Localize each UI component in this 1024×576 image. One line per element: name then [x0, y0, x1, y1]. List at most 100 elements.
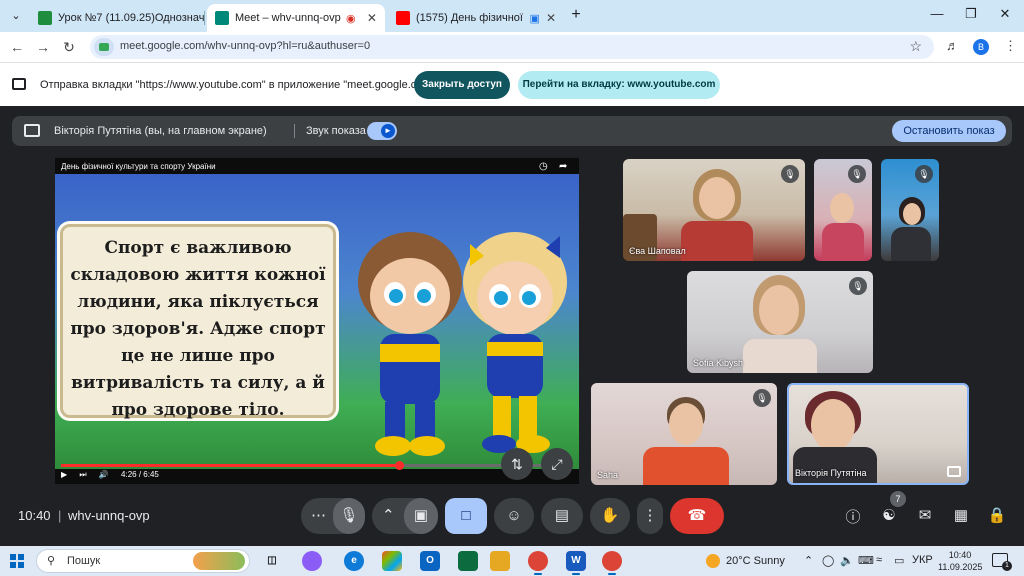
- separator: |: [58, 508, 62, 523]
- profile-avatar[interactable]: В: [973, 39, 989, 55]
- outlook-app-icon[interactable]: O: [420, 551, 440, 571]
- divider: [294, 124, 295, 138]
- participant-body: [891, 227, 931, 261]
- mic-control[interactable]: ⋯ 🎙: [301, 498, 365, 534]
- participant-tile[interactable]: 🎙: [881, 159, 939, 261]
- video-progress-bar[interactable]: [61, 461, 573, 470]
- close-tab-icon[interactable]: ✕: [361, 11, 377, 25]
- raise-hand-button[interactable]: ✋: [590, 498, 630, 534]
- stop-access-button[interactable]: Закрыть доступ: [414, 71, 510, 99]
- participant-tile[interactable]: 🎙 Saha: [591, 383, 777, 485]
- file-explorer-icon[interactable]: [490, 551, 510, 571]
- fullscreen-expand-icon[interactable]: ⤢: [541, 448, 573, 480]
- people-icon[interactable]: ☯: [879, 506, 899, 524]
- meeting-code: whv-unnq-ovp: [68, 508, 150, 523]
- notification-count: 1: [1002, 561, 1012, 571]
- chat-icon[interactable]: ✉: [915, 506, 935, 524]
- more-options-button[interactable]: ⋮: [637, 498, 663, 534]
- chrome-profile-app-icon[interactable]: [602, 551, 622, 575]
- present-screen-button[interactable]: □: [445, 498, 487, 534]
- participant-tile-self[interactable]: Вікторія Путятіна: [787, 383, 969, 485]
- windows-start-icon[interactable]: [10, 554, 24, 568]
- battery-icon[interactable]: ▭: [894, 554, 904, 567]
- participant-face: [811, 399, 855, 451]
- participant-body: [681, 221, 753, 261]
- presenter-label: Вікторія Путятіна (вы, на главном экране…: [54, 125, 267, 137]
- progress-fill: [61, 464, 399, 467]
- volume-icon[interactable]: 🔊: [99, 470, 109, 479]
- close-tab-icon[interactable]: ✕: [540, 11, 556, 25]
- camera-control[interactable]: ⌃ ▣: [372, 498, 438, 534]
- mic-off-icon: 🎙: [781, 165, 799, 183]
- reorder-arrows-icon[interactable]: ⇅: [501, 448, 533, 480]
- shared-screen[interactable]: День фізичної культури та спорту України…: [55, 158, 579, 484]
- participant-tile[interactable]: 🎙 Єва Шаповал: [623, 159, 805, 261]
- participant-body: [822, 223, 864, 261]
- weather-text: 20°C Sunny: [726, 554, 785, 567]
- participant-body: [643, 447, 729, 485]
- copilot-app-icon[interactable]: [302, 551, 322, 571]
- video-title: День фізичної культури та спорту України: [61, 162, 216, 171]
- share-audio-toggle[interactable]: ►: [367, 122, 397, 140]
- youtube-favicon-icon: [396, 11, 410, 25]
- edge-app-icon[interactable]: e: [344, 551, 364, 571]
- microphone-icon[interactable]: 🎙: [333, 498, 365, 534]
- participant-tile[interactable]: 🎙 Sofia Kibysh: [687, 271, 873, 373]
- address-bar[interactable]: meet.google.com/whv-unnq-ovp?hl=ru&authu…: [90, 35, 934, 59]
- progress-scrubber[interactable]: [394, 461, 404, 470]
- tab-lesson[interactable]: Урок №7 (11.09.25)Однозначн… ✕: [30, 4, 205, 32]
- participant-body: [793, 447, 877, 483]
- minimize-icon[interactable]: —: [922, 6, 952, 21]
- tab-search-chevron-icon[interactable]: ⌄: [6, 6, 26, 26]
- bookmark-star-icon[interactable]: ☆: [909, 38, 922, 55]
- task-view-icon[interactable]: ◫: [262, 551, 282, 571]
- media-controls-icon[interactable]: ♬: [946, 38, 959, 53]
- more-audio-options-icon[interactable]: ⋯: [311, 498, 326, 534]
- share-audio-label: Звук показа: [306, 125, 366, 137]
- tab-meet[interactable]: Meet – whv-unnq-ovp ◉ ✕: [207, 4, 385, 32]
- activities-icon[interactable]: ▦: [951, 506, 971, 524]
- presenting-indicator-icon[interactable]: [947, 466, 961, 477]
- tab-youtube[interactable]: (1575) День фізичної культ… ▣ ✕: [388, 4, 564, 32]
- participant-tile[interactable]: 🎙: [814, 159, 872, 261]
- reload-icon[interactable]: ↻: [60, 38, 78, 56]
- show-hidden-icons-icon[interactable]: ⌃: [804, 554, 813, 567]
- camera-icon[interactable]: ▣: [404, 498, 438, 534]
- forward-arrow-icon[interactable]: →: [34, 38, 52, 56]
- microsoft365-app-icon[interactable]: [382, 551, 402, 571]
- search-highlight-image: [193, 552, 245, 570]
- new-tab-plus-icon[interactable]: +: [566, 6, 586, 24]
- browser-tab-strip: ⌄ Урок №7 (11.09.25)Однозначн… ✕ Meet – …: [0, 0, 1024, 32]
- browser-menu-icon[interactable]: ⋮: [1004, 38, 1017, 54]
- keyboard-icon[interactable]: ⌨: [858, 554, 874, 567]
- watch-later-icon[interactable]: ◷: [539, 161, 548, 172]
- play-icon[interactable]: ▶: [61, 470, 67, 479]
- emoji-reactions-button[interactable]: ☺: [494, 498, 534, 534]
- chevron-up-icon[interactable]: ⌃: [382, 498, 395, 534]
- weather-widget[interactable]: 20°C Sunny: [706, 554, 785, 568]
- captions-button[interactable]: ▤: [541, 498, 583, 534]
- chrome-app-icon[interactable]: [528, 551, 548, 575]
- next-icon[interactable]: ⏭: [79, 470, 86, 479]
- stop-presenting-button[interactable]: Остановить показ: [892, 120, 1006, 142]
- word-app-icon[interactable]: W: [566, 551, 586, 575]
- taskbar-search[interactable]: ⚲ Пошук: [36, 549, 250, 573]
- host-controls-icon[interactable]: 🔒: [987, 506, 1007, 524]
- back-arrow-icon[interactable]: ←: [8, 38, 26, 56]
- notification-center-icon[interactable]: 1: [992, 553, 1012, 571]
- casting-indicator-icon: ▣: [529, 12, 540, 25]
- taskbar-clock[interactable]: 10:40 11.09.2025: [938, 549, 982, 573]
- input-language[interactable]: УКР: [912, 554, 933, 566]
- wifi-icon[interactable]: ≈: [876, 554, 882, 566]
- end-call-button[interactable]: ☎: [670, 498, 724, 534]
- go-to-tab-button[interactable]: Перейти на вкладку: www.youtube.com: [518, 71, 720, 99]
- share-arrow-icon[interactable]: ➦: [559, 161, 567, 172]
- restore-icon[interactable]: ❐: [956, 6, 986, 22]
- network-icon[interactable]: ◯: [822, 554, 834, 567]
- close-window-icon[interactable]: ✕: [990, 6, 1020, 22]
- speaker-icon[interactable]: 🔈: [840, 554, 854, 567]
- meeting-info-icon[interactable]: ⓘ: [843, 506, 863, 527]
- teams-app-icon[interactable]: [458, 551, 478, 571]
- sharing-message: Отправка вкладки "https://www.youtube.co…: [40, 79, 447, 91]
- site-info-icon[interactable]: [94, 38, 114, 56]
